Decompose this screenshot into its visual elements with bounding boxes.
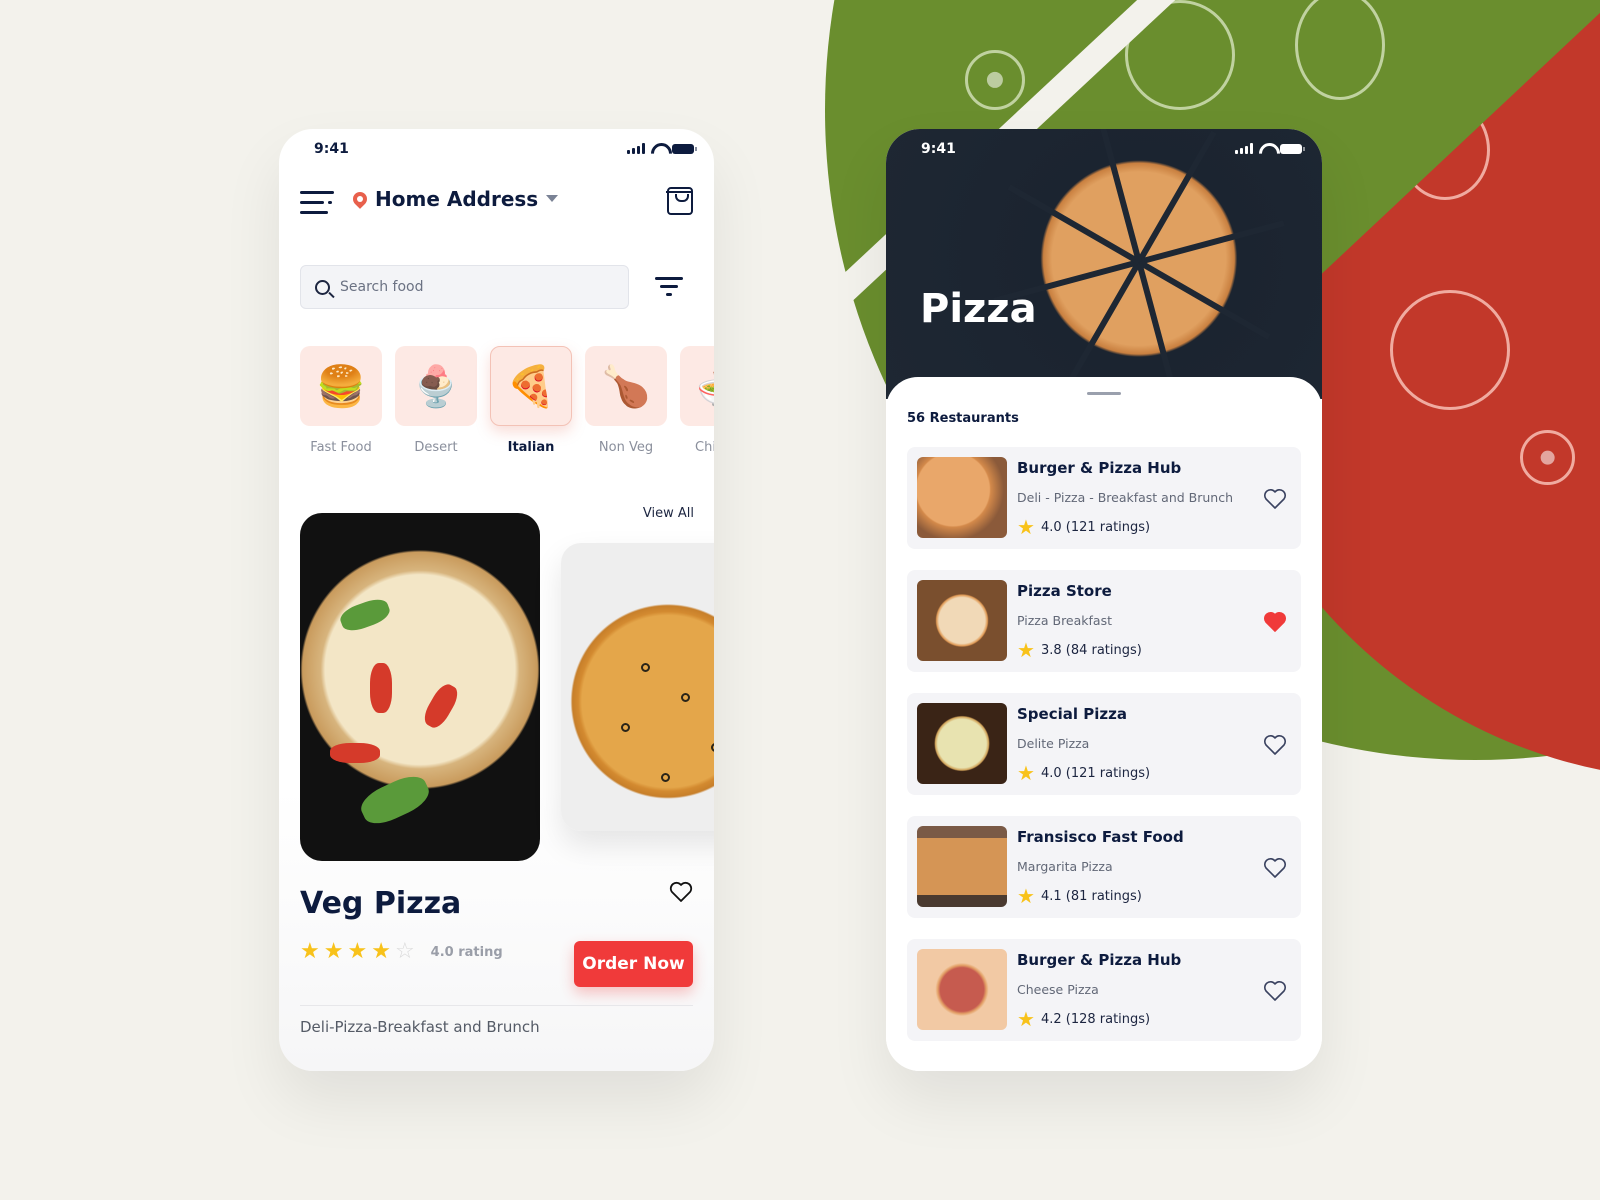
- restaurant-subtitle: Pizza Breakfast: [1017, 613, 1112, 628]
- restaurant-rating: 4.2 (128 ratings): [1040, 1011, 1151, 1027]
- restaurant-row[interactable]: Burger & Pizza Hub Deli - Pizza - Breakf…: [907, 447, 1301, 549]
- drag-handle[interactable]: [1087, 392, 1121, 395]
- search-input[interactable]: [340, 279, 600, 295]
- star-icon: ★: [1017, 1007, 1035, 1031]
- wifi-icon: [651, 143, 666, 154]
- restaurant-row[interactable]: Burger & Pizza Hub Cheese Pizza ★ 4.2 (12…: [907, 939, 1301, 1041]
- restaurant-rating: 4.0 (121 ratings): [1040, 519, 1151, 535]
- restaurant-subtitle: Margarita Pizza: [1017, 859, 1113, 874]
- dessert-cup-icon: 🍨: [411, 363, 461, 410]
- restaurant-row[interactable]: Fransisco Fast Food Margarita Pizza ★ 4.1…: [907, 816, 1301, 918]
- dish-description: Deli-Pizza-Breakfast and Brunch: [300, 1018, 540, 1036]
- food-home-screen: 9:41 Home Address 🍔 Fast Food 🍨 D: [279, 129, 714, 1071]
- olive-doodle: [1520, 430, 1575, 485]
- roast-chicken-icon: 🍗: [601, 363, 651, 410]
- restaurant-subtitle: Deli - Pizza - Breakfast and Brunch: [1017, 490, 1234, 505]
- search-icon: [315, 279, 330, 295]
- category-fast-food[interactable]: 🍔 Fast Food: [300, 346, 382, 455]
- olive-doodle: [965, 50, 1025, 110]
- status-time: 9:41: [314, 141, 349, 157]
- olive-pizza-image[interactable]: [561, 543, 714, 831]
- restaurant-row[interactable]: Special Pizza Delite Pizza ★ 4.0 (121 rat…: [907, 693, 1301, 795]
- heart-outline-icon[interactable]: [1263, 857, 1287, 879]
- category-label: Non Veg: [598, 440, 654, 455]
- restaurant-thumbnail: [917, 457, 1007, 538]
- heart-outline-icon[interactable]: [1263, 980, 1287, 1002]
- restaurant-rating: 4.0 (121 ratings): [1040, 765, 1151, 781]
- heart-outline-icon[interactable]: [1263, 488, 1287, 510]
- wifi-icon: [1259, 143, 1274, 154]
- star-icon: ★: [1017, 884, 1035, 908]
- mushroom-doodle: [1295, 0, 1385, 100]
- chevron-down-icon: [546, 194, 559, 202]
- restaurant-thumbnail: [917, 949, 1007, 1030]
- restaurant-subtitle: Delite Pizza: [1017, 736, 1090, 751]
- restaurant-row[interactable]: Pizza Store Pizza Breakfast ★ 3.8 (84 rat…: [907, 570, 1301, 672]
- battery-icon: [672, 143, 697, 154]
- restaurant-name: Burger & Pizza Hub: [1017, 951, 1182, 969]
- star-empty-icon: ☆: [394, 939, 415, 964]
- restaurant-count: 56 Restaurants: [907, 411, 1019, 426]
- battery-icon: [1280, 143, 1305, 154]
- heart-outline-icon[interactable]: [669, 881, 693, 903]
- star-filled-icon: ★: [323, 939, 344, 964]
- search-bar[interactable]: [300, 265, 629, 309]
- noodle-bowl-icon: 🍜: [696, 363, 714, 410]
- dish-title: Veg Pizza: [300, 886, 462, 921]
- restaurant-list-screen: 9:41 Pizza 56 Restaurants Burger & Pizza…: [886, 129, 1322, 1071]
- signal-icon: [627, 143, 645, 154]
- restaurant-name: Pizza Store: [1017, 582, 1112, 600]
- star-rating: ★ ★ ★ ★ ☆ 4.0 rating: [300, 941, 503, 963]
- restaurant-sheet: 56 Restaurants Burger & Pizza Hub Deli -…: [886, 377, 1322, 1071]
- restaurant-list: Burger & Pizza Hub Deli - Pizza - Breakf…: [907, 447, 1301, 1062]
- star-icon: ★: [1017, 638, 1035, 662]
- restaurant-thumbnail: [917, 826, 1007, 907]
- category-label: Italian: [507, 440, 555, 455]
- category-label: Desert: [414, 440, 458, 455]
- category-desert[interactable]: 🍨 Desert: [395, 346, 477, 455]
- status-bar: 9:41: [279, 129, 714, 169]
- filter-icon[interactable]: [654, 277, 684, 299]
- address-label: Home Address: [375, 187, 539, 211]
- view-all-link[interactable]: View All: [643, 506, 694, 521]
- restaurant-rating: 3.8 (84 ratings): [1040, 642, 1142, 658]
- category-italian[interactable]: 🍕 Italian: [490, 346, 572, 455]
- hamburger-menu-icon[interactable]: [300, 191, 336, 215]
- pizza-hero-image: [886, 129, 1322, 408]
- star-filled-icon: ★: [300, 939, 320, 964]
- status-bar: 9:41: [886, 129, 1322, 169]
- restaurant-thumbnail: [917, 703, 1007, 784]
- order-now-button[interactable]: Order Now: [574, 941, 693, 987]
- category-chinese[interactable]: 🍜 Chinese: [680, 346, 714, 455]
- address-selector[interactable]: Home Address: [350, 187, 559, 211]
- star-filled-icon: ★: [371, 939, 391, 964]
- veg-pizza-image[interactable]: [300, 513, 540, 861]
- signal-icon: [1235, 143, 1253, 154]
- category-title: Pizza: [920, 286, 1037, 332]
- heart-filled-icon[interactable]: [1263, 611, 1287, 633]
- restaurant-rating: 4.1 (81 ratings): [1040, 888, 1142, 904]
- heart-outline-icon[interactable]: [1263, 734, 1287, 756]
- star-icon: ★: [1017, 515, 1035, 539]
- category-list: 🍔 Fast Food 🍨 Desert 🍕 Italian 🍗 Non Veg…: [300, 346, 714, 455]
- restaurant-name: Special Pizza: [1017, 705, 1127, 723]
- restaurant-subtitle: Cheese Pizza: [1017, 982, 1099, 997]
- divider: [300, 1005, 693, 1006]
- restaurant-thumbnail: [917, 580, 1007, 661]
- location-pin-icon: [350, 189, 370, 209]
- burger-drink-icon: 🍔: [316, 363, 366, 410]
- pizza-icon: 🍕: [506, 363, 556, 410]
- restaurant-name: Fransisco Fast Food: [1017, 828, 1184, 846]
- star-filled-icon: ★: [347, 939, 368, 964]
- shopping-bag-icon[interactable]: [666, 187, 693, 215]
- category-label: Fast Food: [310, 440, 372, 455]
- category-label: Chinese: [695, 440, 714, 455]
- category-non-veg[interactable]: 🍗 Non Veg: [585, 346, 667, 455]
- restaurant-name: Burger & Pizza Hub: [1017, 459, 1182, 477]
- rating-text: 4.0 rating: [430, 944, 503, 960]
- star-icon: ★: [1017, 761, 1035, 785]
- tomato-doodle: [1390, 290, 1510, 410]
- status-time: 9:41: [921, 141, 956, 157]
